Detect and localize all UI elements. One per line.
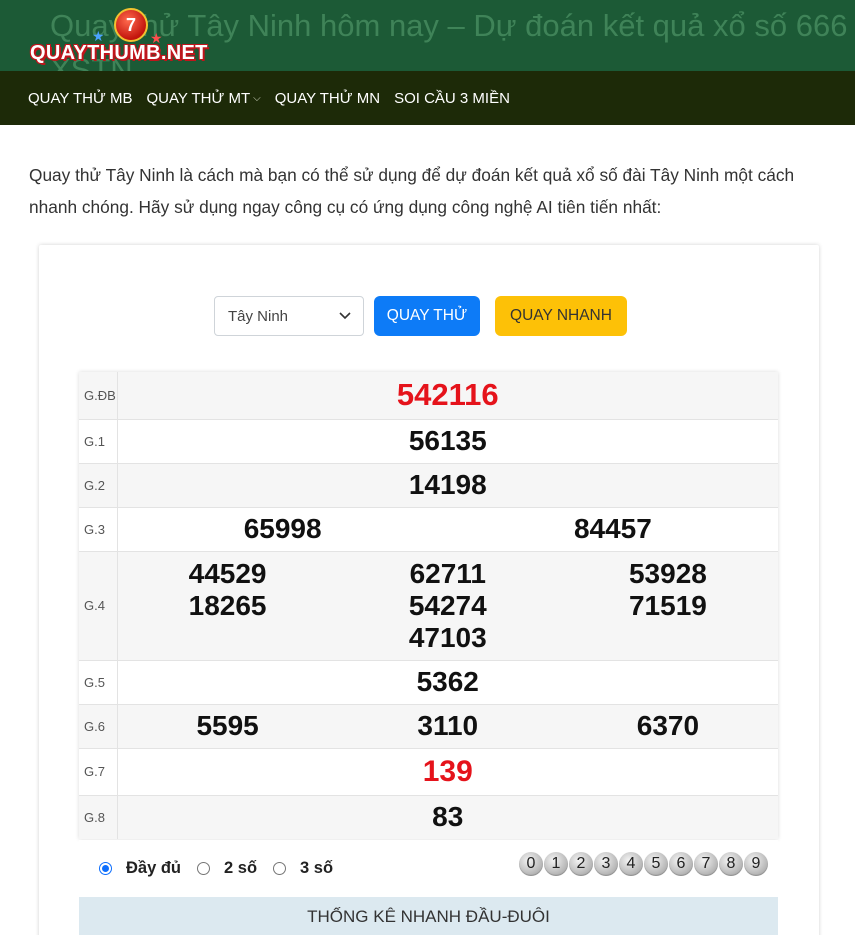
province-select[interactable]: Tây Ninh: [214, 296, 364, 336]
prize-label: G.2: [79, 462, 118, 507]
prize-row-g8: G.8 83: [79, 794, 778, 839]
nav-item-quay-thu-mb[interactable]: QUAY THỬ MB: [28, 90, 133, 107]
prize-row-gdb: G.ĐB 542116: [79, 372, 778, 419]
prize-row-g5: G.5 5362: [79, 659, 778, 704]
prize-number: 53928: [628, 557, 707, 589]
spin-controls: Tây Ninh QUAY THỬ QUAY NHANH: [214, 296, 627, 336]
prize-label: G.5: [79, 659, 118, 704]
prize-label: G.3: [79, 506, 118, 551]
chevron-down-icon: ⌵: [253, 92, 261, 104]
logo-text: QUAYTHUMB.NET: [30, 42, 208, 64]
prize-number: 139: [422, 754, 473, 788]
digit-ball-7[interactable]: 7: [694, 852, 718, 876]
prize-number: 65998: [243, 513, 322, 544]
prize-number: 3110: [417, 710, 479, 741]
nav-item-quay-thu-mt[interactable]: QUAY THỬ MT ⌵: [147, 90, 261, 107]
quick-spin-button[interactable]: QUAY NHANH: [495, 296, 627, 336]
prize-row-g4: G.4 44529 18265 62711 54274 47103 53928 …: [79, 550, 778, 660]
digit-ball-0[interactable]: 0: [519, 852, 543, 876]
radio-two-digits[interactable]: [197, 862, 211, 875]
site-logo[interactable]: ★ ★ 7 QUAYTHUMB.NET: [28, 4, 238, 68]
prize-number: 6370: [636, 710, 700, 741]
digit-ball-1[interactable]: 1: [544, 852, 568, 876]
radio-three-digits-label[interactable]: 3 số: [300, 859, 333, 878]
prize-number: 14198: [408, 469, 487, 500]
prize-number: 44529: [188, 557, 267, 589]
prize-label: G.4: [79, 550, 118, 660]
results-table: G.ĐB 542116 G.1 56135 G.2 14198 G.3 6599…: [79, 372, 778, 839]
prize-number: 54274: [408, 589, 487, 621]
digit-filter: 0 1 2 3 4 5 6 7 8 9: [518, 852, 768, 876]
nav-item-label: SOI CẦU 3 MIỀN: [394, 89, 510, 107]
display-options: Đầy đủ 2 số 3 số 0 1 2 3 4 5 6 7 8 9: [79, 840, 778, 897]
prize-label: G.7: [79, 747, 118, 795]
radio-three-digits[interactable]: [273, 862, 287, 875]
prize-number: 83: [432, 801, 464, 833]
intro-paragraph: Quay thử Tây Ninh là cách mà bạn có thể …: [29, 165, 795, 217]
prize-label: G.8: [79, 794, 118, 839]
main-nav: QUAY THỬ MB QUAY THỬ MT ⌵ QUAY THỬ MN SOI…: [0, 71, 855, 125]
digit-ball-6[interactable]: 6: [669, 852, 693, 876]
prize-number: 5595: [196, 710, 259, 741]
radio-two-digits-label[interactable]: 2 số: [224, 859, 257, 878]
prize-number: 84457: [573, 513, 652, 544]
prize-number: 18265: [188, 589, 267, 621]
prize-row-g7: G.7 139: [79, 747, 778, 795]
digit-ball-8[interactable]: 8: [719, 852, 743, 876]
prize-number: 71519: [628, 589, 707, 621]
digit-ball-3[interactable]: 3: [594, 852, 618, 876]
nav-item-label: QUAY THỬ MT: [146, 89, 251, 107]
prize-label: G.1: [79, 418, 118, 463]
prize-label: G.6: [79, 703, 118, 748]
site-header: Quay thử Tây Ninh hôm nay – Dự đoán kết …: [0, 0, 855, 71]
spin-button[interactable]: QUAY THỬ: [374, 296, 480, 336]
prize-number: 5362: [416, 666, 479, 697]
special-prize-number: 542116: [396, 377, 499, 413]
prize-number: 62711: [409, 557, 486, 589]
digit-ball-9[interactable]: 9: [744, 852, 768, 876]
radio-full-label[interactable]: Đầy đủ: [126, 859, 181, 878]
province-select-value: Tây Ninh: [228, 307, 289, 325]
radio-full[interactable]: [99, 862, 112, 875]
prize-row-g6: G.6 5595 3110 6370: [79, 703, 778, 748]
stats-title: THỐNG KÊ NHANH ĐẦU-ĐUÔI: [79, 897, 778, 935]
prize-row-g2: G.2 14198: [79, 462, 778, 507]
nav-item-quay-thu-mn[interactable]: QUAY THỬ MN: [275, 90, 380, 107]
digit-ball-5[interactable]: 5: [644, 852, 668, 876]
digit-ball-4[interactable]: 4: [619, 852, 643, 876]
prize-number: 47103: [408, 621, 487, 653]
prize-label: G.ĐB: [79, 372, 118, 419]
prize-row-g3: G.3 65998 84457: [79, 506, 778, 551]
nav-item-label: QUAY THỬ MN: [274, 89, 381, 107]
nav-item-soi-cau[interactable]: SOI CẦU 3 MIỀN: [394, 90, 510, 107]
prize-row-g1: G.1 56135: [79, 418, 778, 463]
chevron-down-icon: [339, 312, 351, 320]
digit-ball-2[interactable]: 2: [569, 852, 593, 876]
prize-number: 56135: [408, 425, 487, 456]
lottery-ball-icon: 7: [114, 8, 148, 42]
nav-item-label: QUAY THỬ MB: [28, 89, 133, 107]
